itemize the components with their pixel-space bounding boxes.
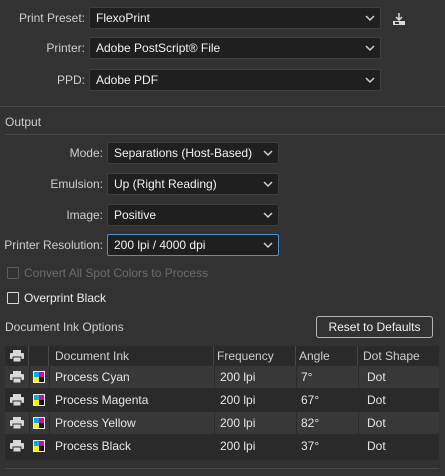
ink-dot-shape[interactable]: Dot (367, 366, 386, 388)
printer-icon[interactable] (10, 371, 24, 383)
convert-spot-colors-label: Convert All Spot Colors to Process (24, 266, 209, 280)
ink-angle[interactable]: 67° (301, 389, 319, 411)
ink-name: Process Black (55, 439, 132, 453)
ink-frequency[interactable]: 200 lpi (220, 389, 255, 411)
ink-dot-shape[interactable]: Dot (367, 412, 386, 434)
printer-value: Adobe PostScript® File (96, 41, 221, 55)
cmyk-swatch-icon (33, 394, 45, 406)
printer-icon[interactable] (10, 394, 24, 406)
printer-icon[interactable] (10, 417, 24, 429)
table-row[interactable]: Process Black 200 lpi 37° Dot (5, 435, 439, 457)
angle-column-header[interactable]: Angle (296, 346, 358, 366)
divider (0, 106, 445, 107)
chevron-down-icon (263, 242, 273, 249)
print-preset-value: FlexoPrint (96, 11, 151, 25)
ink-options-title: Document Ink Options (5, 320, 124, 334)
ppd-dropdown[interactable]: Adobe PDF (89, 69, 381, 91)
overprint-black-checkbox[interactable] (7, 292, 19, 304)
cmyk-swatch-icon (33, 440, 45, 452)
chevron-down-icon (263, 212, 273, 219)
chevron-down-icon (263, 181, 273, 188)
image-label: Image: (66, 208, 103, 222)
printer-icon (10, 350, 24, 362)
image-value: Positive (114, 208, 157, 222)
emulsion-label: Emulsion: (50, 177, 103, 191)
overprint-black-label: Overprint Black (24, 291, 107, 305)
divider (5, 468, 439, 469)
ink-angle[interactable]: 37° (301, 435, 319, 457)
emulsion-value: Up (Right Reading) (114, 177, 217, 191)
cmyk-swatch-icon (33, 371, 45, 383)
printer-resolution-dropdown[interactable]: 200 lpi / 4000 dpi (107, 234, 279, 256)
ink-table: Document Ink Frequency Angle Dot Shape P… (5, 346, 439, 460)
cmyk-swatch-icon (33, 417, 45, 429)
frequency-column-header[interactable]: Frequency (214, 346, 296, 366)
reset-to-defaults-button[interactable]: Reset to Defaults (316, 316, 433, 338)
chevron-down-icon (365, 15, 375, 22)
convert-spot-colors-checkbox[interactable] (7, 267, 19, 279)
ink-angle[interactable]: 7° (301, 366, 312, 388)
ppd-label: PPD: (56, 73, 85, 87)
print-preset-dropdown[interactable]: FlexoPrint (89, 7, 381, 29)
chevron-down-icon (263, 150, 273, 157)
ink-frequency[interactable]: 200 lpi (220, 412, 255, 434)
mode-dropdown[interactable]: Separations (Host-Based) (107, 142, 279, 164)
print-column-header (5, 346, 29, 366)
ink-dot-shape[interactable]: Dot (367, 435, 386, 457)
ink-frequency[interactable]: 200 lpi (220, 366, 255, 388)
image-dropdown[interactable]: Positive (107, 204, 279, 226)
output-section-title: Output (5, 115, 42, 129)
ink-name: Process Cyan (55, 370, 130, 384)
chevron-down-icon (365, 45, 375, 52)
table-row[interactable]: Process Magenta 200 lpi 67° Dot (5, 389, 439, 411)
ppd-value: Adobe PDF (96, 73, 159, 87)
table-row[interactable]: Process Cyan 200 lpi 7° Dot (5, 366, 439, 388)
chevron-down-icon (365, 77, 375, 84)
table-row[interactable]: Process Yellow 200 lpi 82° Dot (5, 412, 439, 434)
ink-angle[interactable]: 82° (301, 412, 319, 434)
document-ink-column-header[interactable]: Document Ink (49, 346, 214, 366)
printer-icon[interactable] (10, 440, 24, 452)
printer-dropdown[interactable]: Adobe PostScript® File (89, 37, 381, 59)
mode-label: Mode: (69, 146, 103, 160)
printer-resolution-label: Printer Resolution: (4, 238, 103, 252)
divider (5, 134, 445, 135)
ink-name: Process Magenta (55, 393, 149, 407)
ink-name: Process Yellow (55, 416, 136, 430)
printer-label: Printer: (46, 41, 85, 55)
dot-shape-column-header[interactable]: Dot Shape (358, 346, 439, 366)
printer-resolution-value: 200 lpi / 4000 dpi (114, 238, 206, 252)
mode-value: Separations (Host-Based) (114, 146, 253, 160)
ink-frequency[interactable]: 200 lpi (220, 435, 255, 457)
save-preset-icon[interactable] (391, 11, 407, 27)
ink-dot-shape[interactable]: Dot (367, 389, 386, 411)
print-preset-label: Print Preset: (18, 11, 85, 25)
emulsion-dropdown[interactable]: Up (Right Reading) (107, 173, 279, 195)
swatch-column-header (29, 346, 49, 366)
